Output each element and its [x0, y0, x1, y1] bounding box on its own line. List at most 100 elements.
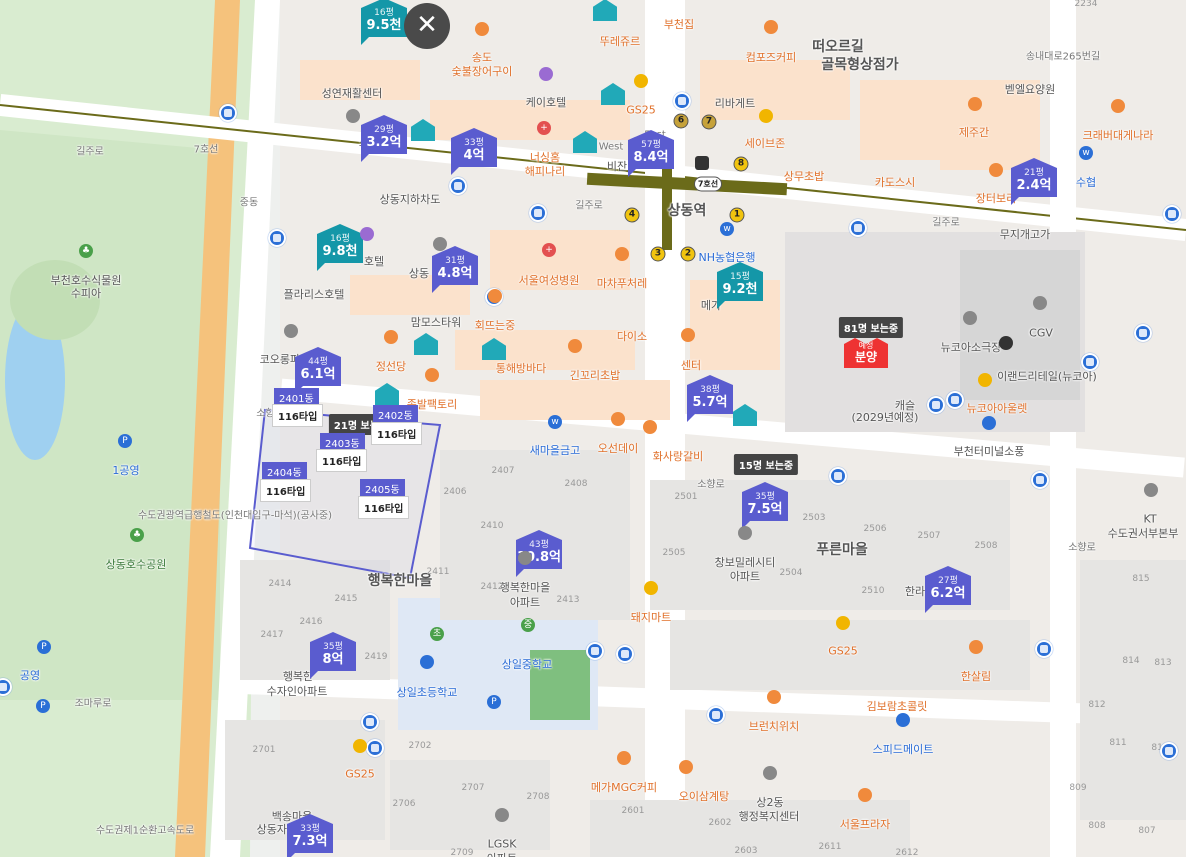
parking-icon[interactable]: P: [36, 699, 50, 713]
price-marker[interactable]: 35평 7.5억: [742, 482, 788, 530]
price-marker[interactable]: 35평 8억: [310, 632, 356, 680]
hospital-icon[interactable]: +: [537, 121, 551, 135]
unit-type-label[interactable]: 116타입: [358, 496, 410, 519]
price-marker[interactable]: 33평 7.3억: [287, 814, 333, 857]
unit-type-label[interactable]: 116타입: [260, 479, 312, 502]
map-canvas[interactable]: 떠오르길 골목형상점가 상동역 행복한마을 푸른마을 성연재활센터 송도 숯불장어구이 케이호텔…: [0, 0, 1186, 857]
bus-stop-icon[interactable]: [361, 713, 379, 731]
bus-stop-icon[interactable]: [366, 739, 384, 757]
price-marker[interactable]: 33평 4억: [451, 128, 497, 176]
convenience-store-icon[interactable]: [836, 616, 850, 630]
building-icon[interactable]: [284, 324, 298, 338]
hotel-icon[interactable]: [539, 67, 553, 81]
building-icon[interactable]: [433, 237, 447, 251]
place-label: 소향로: [1068, 542, 1096, 554]
restaurant-icon[interactable]: [384, 330, 398, 344]
restaurant-icon[interactable]: [1111, 99, 1125, 113]
car-service-icon[interactable]: [896, 713, 910, 727]
price-marker[interactable]: 16평 9.8천: [317, 224, 363, 272]
school-icon[interactable]: [420, 655, 434, 669]
restaurant-icon[interactable]: [425, 368, 439, 382]
price-marker[interactable]: 38평 5.7억: [687, 375, 733, 423]
restaurant-icon[interactable]: [568, 339, 582, 353]
price-marker[interactable]: 21평 2.4억: [1011, 158, 1057, 206]
restaurant-icon[interactable]: [643, 420, 657, 434]
hospital-icon[interactable]: +: [542, 243, 556, 257]
mart-icon[interactable]: [644, 581, 658, 595]
place-label: GS25: [828, 644, 858, 658]
bus-stop-icon[interactable]: [1160, 742, 1178, 760]
convenience-store-icon[interactable]: [353, 739, 367, 753]
bus-stop-icon[interactable]: [268, 229, 286, 247]
restaurant-icon[interactable]: [989, 163, 1003, 177]
price-marker[interactable]: 27평 6.2억: [925, 566, 971, 614]
mart-icon[interactable]: [759, 109, 773, 123]
building-icon[interactable]: [738, 526, 752, 540]
park-icon[interactable]: ♣: [79, 244, 93, 258]
building-icon[interactable]: [518, 551, 532, 565]
convenience-store-icon[interactable]: [634, 74, 648, 88]
building-icon[interactable]: [495, 808, 509, 822]
restaurant-icon[interactable]: [969, 640, 983, 654]
park-icon[interactable]: ♣: [130, 528, 144, 542]
restaurant-icon[interactable]: [475, 22, 489, 36]
unit-type-label[interactable]: 116타입: [371, 422, 423, 445]
bus-stop-icon[interactable]: [449, 177, 467, 195]
shopping-bag-icon[interactable]: [999, 336, 1013, 350]
price-marker[interactable]: 16평 9.5천: [361, 0, 407, 46]
unit-type-label[interactable]: 116타입: [316, 449, 368, 472]
cinema-icon[interactable]: [1033, 296, 1047, 310]
restaurant-icon[interactable]: [858, 788, 872, 802]
building-icon[interactable]: [346, 109, 360, 123]
restaurant-icon[interactable]: [968, 97, 982, 111]
bus-stop-icon[interactable]: [219, 104, 237, 122]
price-marker[interactable]: 57평 8.4억: [628, 130, 674, 178]
restaurant-icon[interactable]: [681, 328, 695, 342]
bus-stop-icon[interactable]: [1081, 353, 1099, 371]
restaurant-icon[interactable]: [488, 289, 502, 303]
mart-icon[interactable]: [978, 373, 992, 387]
bank-icon[interactable]: w: [1079, 146, 1093, 160]
bus-stop-icon[interactable]: [849, 219, 867, 237]
cafe-icon[interactable]: [617, 751, 631, 765]
bus-stop-icon[interactable]: [927, 396, 945, 414]
building-icon[interactable]: [763, 766, 777, 780]
place-label: 상무초밥: [783, 170, 825, 183]
bank-icon[interactable]: w: [548, 415, 562, 429]
bus-stop-icon[interactable]: [586, 642, 604, 660]
bus-stop-icon[interactable]: [616, 645, 634, 663]
bus-stop-icon[interactable]: [529, 204, 547, 222]
close-button[interactable]: ✕: [404, 3, 450, 49]
bank-icon[interactable]: w: [720, 222, 734, 236]
subway-station-icon[interactable]: [695, 156, 709, 170]
restaurant-icon[interactable]: [767, 690, 781, 704]
unit-type-label[interactable]: 116타입: [272, 404, 324, 427]
restaurant-icon[interactable]: [679, 760, 693, 774]
bus-stop-icon[interactable]: [707, 706, 725, 724]
presale-marker[interactable]: 예정 분양: [844, 338, 888, 368]
theater-icon[interactable]: [963, 311, 977, 325]
bus-stop-icon[interactable]: [673, 92, 691, 110]
office-icon[interactable]: [1144, 483, 1158, 497]
parking-icon[interactable]: P: [37, 640, 51, 654]
parking-icon[interactable]: P: [487, 695, 501, 709]
marker-area: 43평: [529, 540, 549, 550]
bus-stop-icon[interactable]: [1163, 205, 1181, 223]
middle-school-icon[interactable]: 중: [521, 618, 535, 632]
parking-icon[interactable]: P: [118, 434, 132, 448]
marker-price: 8억: [322, 651, 344, 667]
bus-stop-icon[interactable]: [1031, 471, 1049, 489]
terminal-icon[interactable]: [982, 416, 996, 430]
price-marker[interactable]: 15평 9.2천: [717, 262, 763, 310]
price-marker[interactable]: 31평 4.8억: [432, 246, 478, 294]
bus-stop-icon[interactable]: [1134, 324, 1152, 342]
hotel-icon[interactable]: [360, 227, 374, 241]
bus-stop-icon[interactable]: [829, 467, 847, 485]
restaurant-icon[interactable]: [611, 412, 625, 426]
cafe-icon[interactable]: [764, 20, 778, 34]
restaurant-icon[interactable]: [615, 247, 629, 261]
elementary-school-icon[interactable]: 초: [430, 627, 444, 641]
price-marker[interactable]: 29평 3.2억: [361, 115, 407, 163]
bus-stop-icon[interactable]: [946, 391, 964, 409]
bus-stop-icon[interactable]: [1035, 640, 1053, 658]
